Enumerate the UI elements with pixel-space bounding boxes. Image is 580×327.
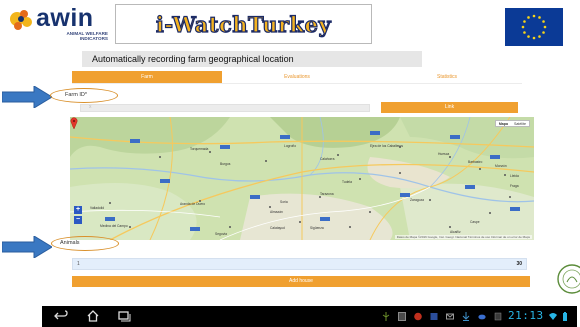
tab-evaluations[interactable]: Evaluations — [222, 71, 372, 83]
eu-star-icon — [542, 20, 545, 23]
farm-id-highlight: Farm ID* — [50, 88, 118, 103]
tab-divider — [72, 83, 522, 84]
animals-label: Animals — [60, 240, 80, 246]
back-icon[interactable] — [54, 310, 68, 322]
map-place-label: Ejea de los Caballeros — [370, 144, 403, 148]
tab-farm[interactable]: Farm — [72, 71, 222, 83]
eu-star-icon — [538, 16, 541, 19]
storage-icon — [494, 312, 502, 321]
map-place-label: Alcañiz — [450, 230, 461, 234]
battery-icon — [563, 312, 567, 321]
map-place-label: Calahorra — [320, 157, 335, 161]
map-place-label: Almazán — [270, 210, 283, 214]
map-view[interactable]: Torquemada Burgos Logroño Calahorra Tudela Ej… — [70, 117, 534, 240]
notification-alert-icon — [414, 312, 422, 321]
awin-logo-subtitle: ANIMAL WELFARE INDICATORS — [66, 31, 108, 42]
map-place-label: Aranda de Duero — [180, 202, 205, 206]
map-place-label: Soria — [280, 200, 288, 204]
clear-icon[interactable]: x — [89, 104, 92, 110]
eu-star-icon — [523, 20, 526, 23]
map-type-satellite[interactable]: Satélite — [511, 121, 529, 126]
wifi-icon — [549, 313, 557, 320]
cloud-icon — [478, 314, 486, 320]
eu-star-icon — [523, 31, 526, 34]
map-place-label: Logroño — [284, 144, 296, 148]
map-place-label: Tarazona — [320, 192, 334, 196]
link-button[interactable]: Link — [381, 102, 518, 113]
map-type-map[interactable]: Mapa — [496, 121, 511, 126]
farm-id-label: Farm ID* — [65, 92, 87, 98]
tab-bar: Farm Evaluations Statistics — [72, 71, 522, 83]
animals-row[interactable]: 1 30 — [72, 258, 527, 270]
map-place-label: Barbastro — [468, 160, 482, 164]
page-title: Automatically recording farm geographica… — [82, 51, 422, 67]
banner-title: i-WatchTurkey — [155, 11, 332, 37]
email-icon — [446, 313, 454, 320]
map-place-label: Monzón — [495, 164, 507, 168]
eu-star-icon — [527, 35, 530, 38]
annotation-arrow-icon — [2, 236, 52, 258]
map-place-label: Burgos — [220, 162, 231, 166]
map-place-label: Medina del Campo — [100, 224, 128, 228]
eu-star-icon — [532, 14, 536, 18]
recent-apps-icon[interactable] — [117, 310, 131, 322]
awin-logo-word: awin — [36, 4, 94, 32]
animals-highlight: Animals — [51, 236, 119, 251]
home-icon[interactable] — [86, 310, 100, 322]
add-house-button[interactable]: Add house — [72, 276, 530, 287]
map-place-label: Torquemada — [190, 147, 208, 151]
map-type-control: Mapa Satélite — [494, 120, 530, 127]
screenshot-icon — [398, 312, 406, 321]
map-place-label: Zaragoza — [410, 198, 424, 202]
map-place-label: Calatayud — [270, 226, 285, 230]
map-place-label: Lleida — [510, 174, 519, 178]
map-attribution: Datos de Mapa ©2016 Google, Inst. Geogr.… — [394, 235, 532, 239]
annotation-arrow-icon — [2, 86, 52, 108]
map-place-label: Sigüenza — [310, 226, 324, 230]
project-banner: i-WatchTurkey — [115, 4, 372, 44]
map-place-label: Huesca — [438, 152, 449, 156]
map-place-label: Caspe — [470, 220, 480, 224]
usb-icon — [382, 312, 390, 321]
eu-star-icon — [538, 35, 541, 38]
map-place-label: Fraga — [510, 184, 519, 188]
android-system-bar: 21:13 — [42, 306, 577, 327]
gallery-icon — [430, 313, 438, 320]
eu-flag-icon — [505, 8, 563, 46]
map-canvas: Torquemada Burgos Logroño Calahorra Tudela Ej… — [70, 117, 534, 240]
institution-seal-icon — [557, 264, 580, 294]
tab-statistics[interactable]: Statistics — [372, 71, 522, 83]
eu-star-icon — [532, 36, 536, 40]
farm-id-input[interactable]: x — [80, 104, 370, 112]
eu-star-icon — [542, 31, 545, 34]
zoom-out-button[interactable]: − — [74, 216, 82, 224]
eu-star-icon — [543, 25, 547, 29]
map-place-label: Valladolid — [90, 206, 104, 210]
animals-field-value[interactable]: 1 — [77, 259, 80, 269]
awin-logo: awin ANIMAL WELFARE INDICATORS — [8, 4, 108, 48]
map-marker-icon[interactable] — [70, 117, 78, 129]
eu-star-icon — [527, 16, 530, 19]
map-place-label: Segovia — [215, 232, 227, 236]
zoom-in-button[interactable]: + — [74, 206, 82, 214]
eu-star-icon — [521, 25, 525, 29]
animals-count: 30 — [516, 261, 522, 267]
status-clock: 21:13 — [508, 309, 544, 322]
map-place-label: Tudela — [342, 180, 352, 184]
awin-logo-mark-icon — [10, 10, 32, 30]
download-icon — [462, 312, 470, 321]
